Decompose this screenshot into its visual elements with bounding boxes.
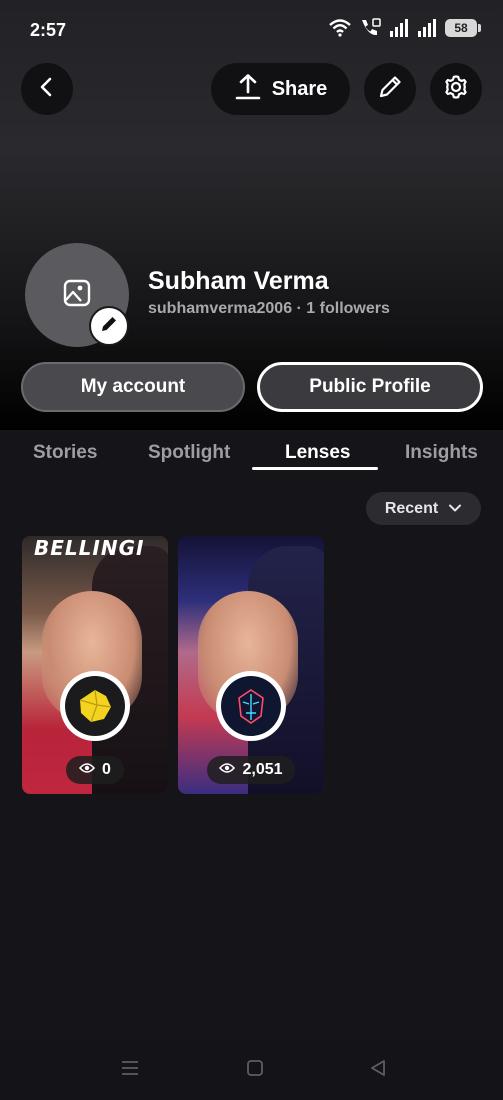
back-nav-button[interactable] bbox=[366, 1058, 390, 1082]
tab-stories[interactable]: Stories bbox=[33, 442, 97, 464]
cyber-mask-lens-icon bbox=[216, 671, 286, 741]
menu-icon bbox=[120, 1059, 140, 1082]
lens-card[interactable]: 2,051 bbox=[178, 536, 324, 794]
view-count-value: 0 bbox=[102, 761, 111, 778]
battery-icon: 58 bbox=[445, 19, 481, 37]
edit-profile-button[interactable] bbox=[364, 63, 416, 115]
settings-button[interactable] bbox=[430, 63, 482, 115]
call-icon bbox=[359, 18, 381, 38]
system-navigation-bar bbox=[0, 1040, 503, 1100]
signal-icon bbox=[417, 19, 437, 37]
gear-icon bbox=[442, 73, 470, 106]
avatar-edit-button[interactable] bbox=[89, 306, 129, 346]
lens-banner-text: BELLINGI bbox=[34, 536, 145, 560]
pencil-icon bbox=[100, 315, 118, 338]
my-account-button[interactable]: My account bbox=[21, 362, 245, 412]
image-placeholder-icon bbox=[62, 278, 92, 313]
status-icons: 58 bbox=[329, 18, 481, 38]
view-count-value: 2,051 bbox=[242, 761, 283, 778]
public-profile-button[interactable]: Public Profile bbox=[257, 362, 483, 412]
sort-dropdown[interactable]: Recent bbox=[366, 492, 481, 525]
back-button[interactable] bbox=[21, 63, 73, 115]
view-count: 2,051 bbox=[207, 756, 295, 784]
tab-spotlight[interactable]: Spotlight bbox=[148, 442, 230, 464]
eye-icon bbox=[219, 761, 236, 779]
view-count: 0 bbox=[66, 756, 124, 784]
chevron-down-icon bbox=[448, 500, 462, 518]
status-time: 2:57 bbox=[30, 20, 67, 40]
status-bar: 2:57 58 bbox=[0, 0, 503, 56]
profile-username-followers[interactable]: subhamverma2006 · 1 followers bbox=[148, 300, 390, 318]
eye-icon bbox=[78, 761, 96, 779]
back-triangle-icon bbox=[369, 1059, 387, 1082]
menu-nav-button[interactable] bbox=[118, 1058, 142, 1082]
back-icon bbox=[36, 76, 58, 103]
yellow-cube-lens-icon bbox=[60, 671, 130, 741]
signal-icon bbox=[389, 19, 409, 37]
pencil-icon bbox=[377, 74, 403, 105]
tab-lenses[interactable]: Lenses bbox=[285, 442, 350, 464]
home-nav-button[interactable] bbox=[243, 1058, 267, 1082]
tab-insights[interactable]: Insights bbox=[405, 442, 478, 464]
home-square-icon bbox=[246, 1059, 264, 1082]
active-tab-indicator bbox=[252, 467, 378, 470]
share-label: Share bbox=[271, 77, 328, 100]
share-upload-icon bbox=[234, 73, 262, 106]
wifi-icon bbox=[329, 19, 351, 37]
share-button[interactable]: Share bbox=[211, 63, 350, 115]
lens-card[interactable]: BELLINGI 0 bbox=[22, 536, 168, 794]
sort-label: Recent bbox=[384, 499, 439, 517]
profile-name: Subham Verma bbox=[148, 267, 329, 295]
